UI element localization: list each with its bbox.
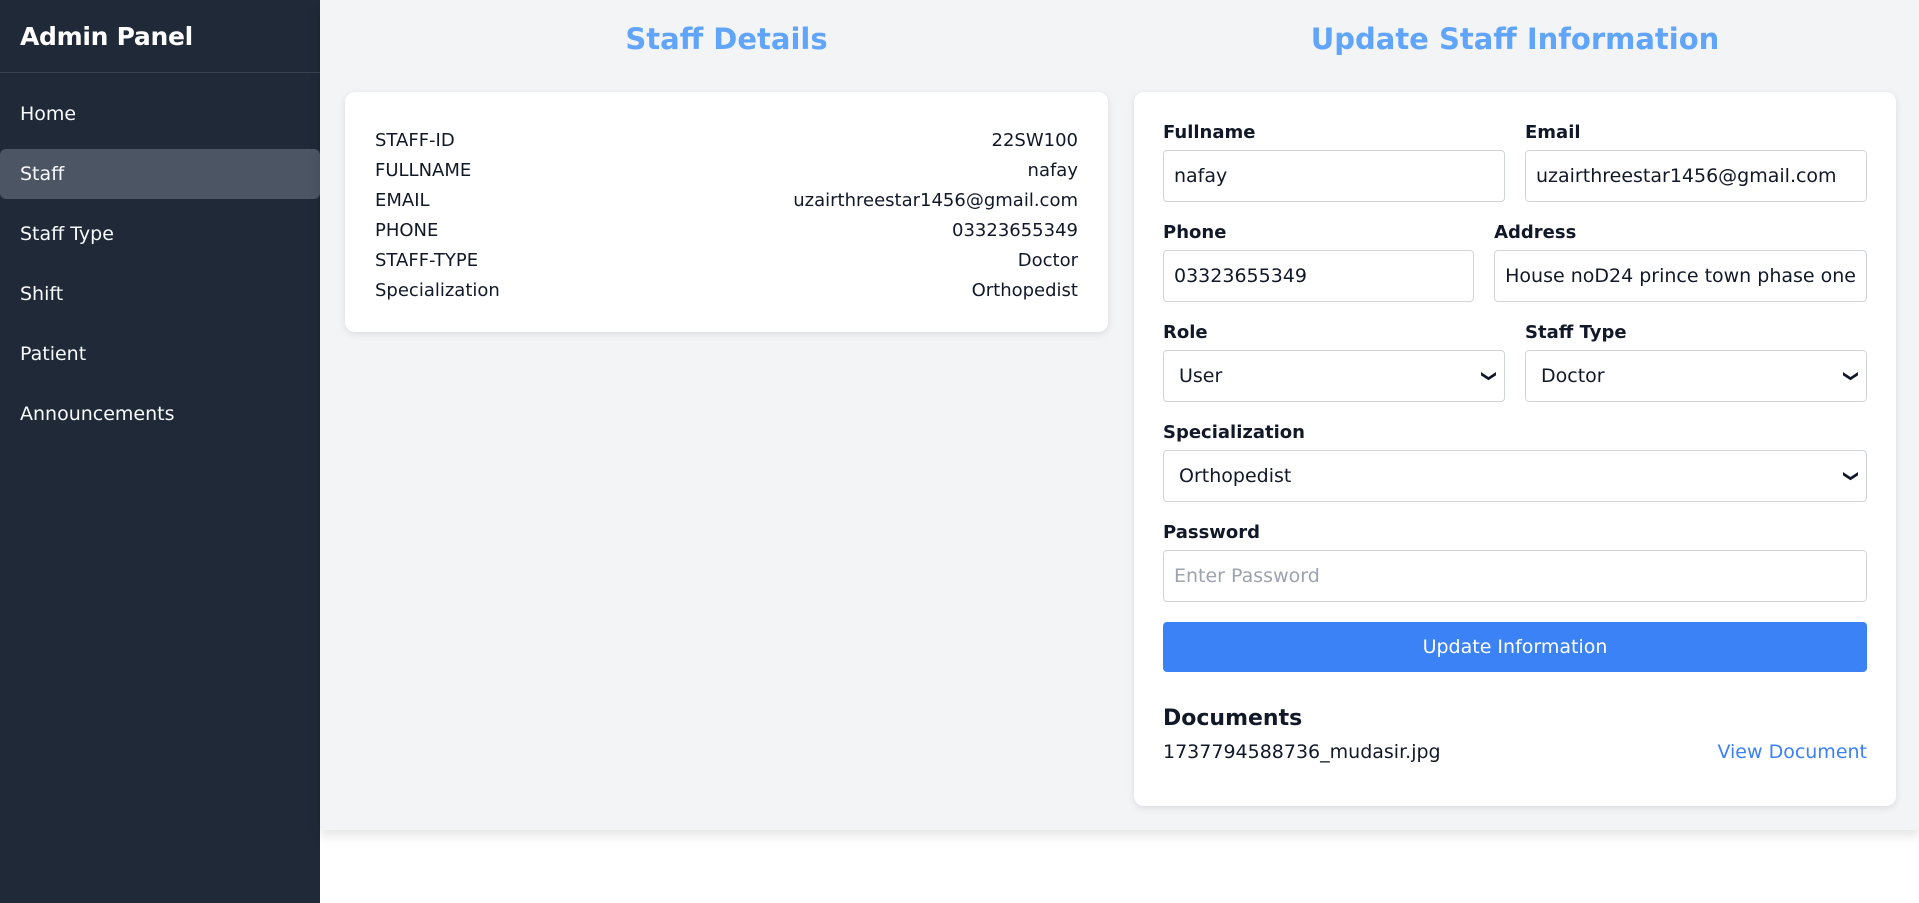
update-information-button[interactable]: Update Information	[1163, 622, 1867, 672]
detail-label: STAFF-ID	[375, 130, 455, 151]
email-input[interactable]: uzairthreestar1456@gmail.com	[1525, 150, 1867, 202]
sidebar-item-home[interactable]: Home	[0, 89, 320, 139]
sidebar-item-announcements[interactable]: Announcements	[0, 389, 320, 439]
detail-row-specialization: Specialization Orthopedist	[375, 276, 1078, 306]
staff-type-field-group: Staff Type Doctor ❯	[1525, 322, 1867, 402]
role-select-value: User	[1179, 365, 1223, 387]
detail-label: PHONE	[375, 220, 439, 241]
detail-value: 03323655349	[952, 220, 1078, 241]
sidebar-item-shift[interactable]: Shift	[0, 269, 320, 319]
fullname-input[interactable]: nafay	[1163, 150, 1505, 202]
specialization-select-value: Orthopedist	[1179, 465, 1292, 487]
role-select[interactable]: User ❯	[1163, 350, 1505, 402]
app-title: Admin Panel	[20, 21, 193, 51]
address-label: Address	[1494, 222, 1577, 243]
detail-value: Doctor	[1017, 250, 1078, 271]
main-content: Staff Details Update Staff Information S…	[320, 0, 1919, 830]
view-document-link[interactable]: View Document	[1717, 741, 1867, 763]
chevron-down-icon: ❯	[1842, 369, 1861, 383]
password-field-group: Password Enter Password	[1163, 522, 1867, 602]
specialization-field-group: Specialization Orthopedist ❯	[1163, 422, 1867, 502]
detail-label: EMAIL	[375, 190, 430, 211]
staff-type-select-value: Doctor	[1541, 365, 1605, 387]
staff-type-select[interactable]: Doctor ❯	[1525, 350, 1867, 402]
staff-details-card: STAFF-ID 22SW100 FULLNAME nafay EMAIL uz…	[345, 92, 1108, 332]
detail-label: Specialization	[375, 280, 500, 301]
email-label: Email	[1525, 122, 1581, 143]
specialization-label: Specialization	[1163, 422, 1305, 443]
phone-field-group: Phone 03323655349	[1163, 222, 1475, 302]
chevron-down-icon: ❯	[1480, 369, 1499, 383]
detail-value: 22SW100	[991, 130, 1078, 151]
detail-label: FULLNAME	[375, 160, 472, 181]
document-row: 1737794588736_mudasir.jpg View Document	[1163, 741, 1867, 763]
password-input[interactable]: Enter Password	[1163, 550, 1867, 602]
detail-row-fullname: FULLNAME nafay	[375, 156, 1078, 186]
detail-row-staff-type: STAFF-TYPE Doctor	[375, 246, 1078, 276]
detail-row-staff-id: STAFF-ID 22SW100	[375, 126, 1078, 156]
documents-title: Documents	[1163, 706, 1303, 731]
chevron-down-icon: ❯	[1842, 469, 1861, 483]
password-label: Password	[1163, 522, 1261, 543]
specialization-select[interactable]: Orthopedist ❯	[1163, 450, 1867, 502]
address-field-group: Address House noD24 prince town phase on…	[1494, 222, 1867, 302]
detail-value: uzairthreestar1456@gmail.com	[793, 190, 1078, 211]
detail-value: Orthopedist	[971, 280, 1078, 301]
detail-row-phone: PHONE 03323655349	[375, 216, 1078, 246]
role-field-group: Role User ❯	[1163, 322, 1505, 402]
staff-details-title: Staff Details	[625, 22, 828, 56]
phone-input[interactable]: 03323655349	[1163, 250, 1475, 302]
detail-value: nafay	[1027, 160, 1078, 181]
detail-label: STAFF-TYPE	[375, 250, 479, 271]
update-form-title: Update Staff Information	[1310, 22, 1720, 56]
sidebar-nav: Home Staff Staff Type Shift Patient Anno…	[0, 89, 320, 439]
sidebar-header: Admin Panel	[0, 0, 320, 73]
sidebar-item-staff-type[interactable]: Staff Type	[0, 209, 320, 259]
role-label: Role	[1163, 322, 1208, 343]
fullname-label: Fullname	[1163, 122, 1256, 143]
fullname-field-group: Fullname nafay	[1163, 122, 1505, 202]
address-input[interactable]: House noD24 prince town phase one	[1494, 250, 1867, 302]
sidebar-item-patient[interactable]: Patient	[0, 329, 320, 379]
detail-row-email: EMAIL uzairthreestar1456@gmail.com	[375, 186, 1078, 216]
email-field-group: Email uzairthreestar1456@gmail.com	[1525, 122, 1867, 202]
sidebar-item-staff[interactable]: Staff	[0, 149, 320, 199]
update-staff-form: Fullname nafay Email uzairthreestar1456@…	[1134, 92, 1896, 806]
document-file-name: 1737794588736_mudasir.jpg	[1163, 741, 1441, 763]
sidebar: Admin Panel Home Staff Staff Type Shift …	[0, 0, 320, 903]
staff-type-label: Staff Type	[1525, 322, 1627, 343]
phone-label: Phone	[1163, 222, 1227, 243]
